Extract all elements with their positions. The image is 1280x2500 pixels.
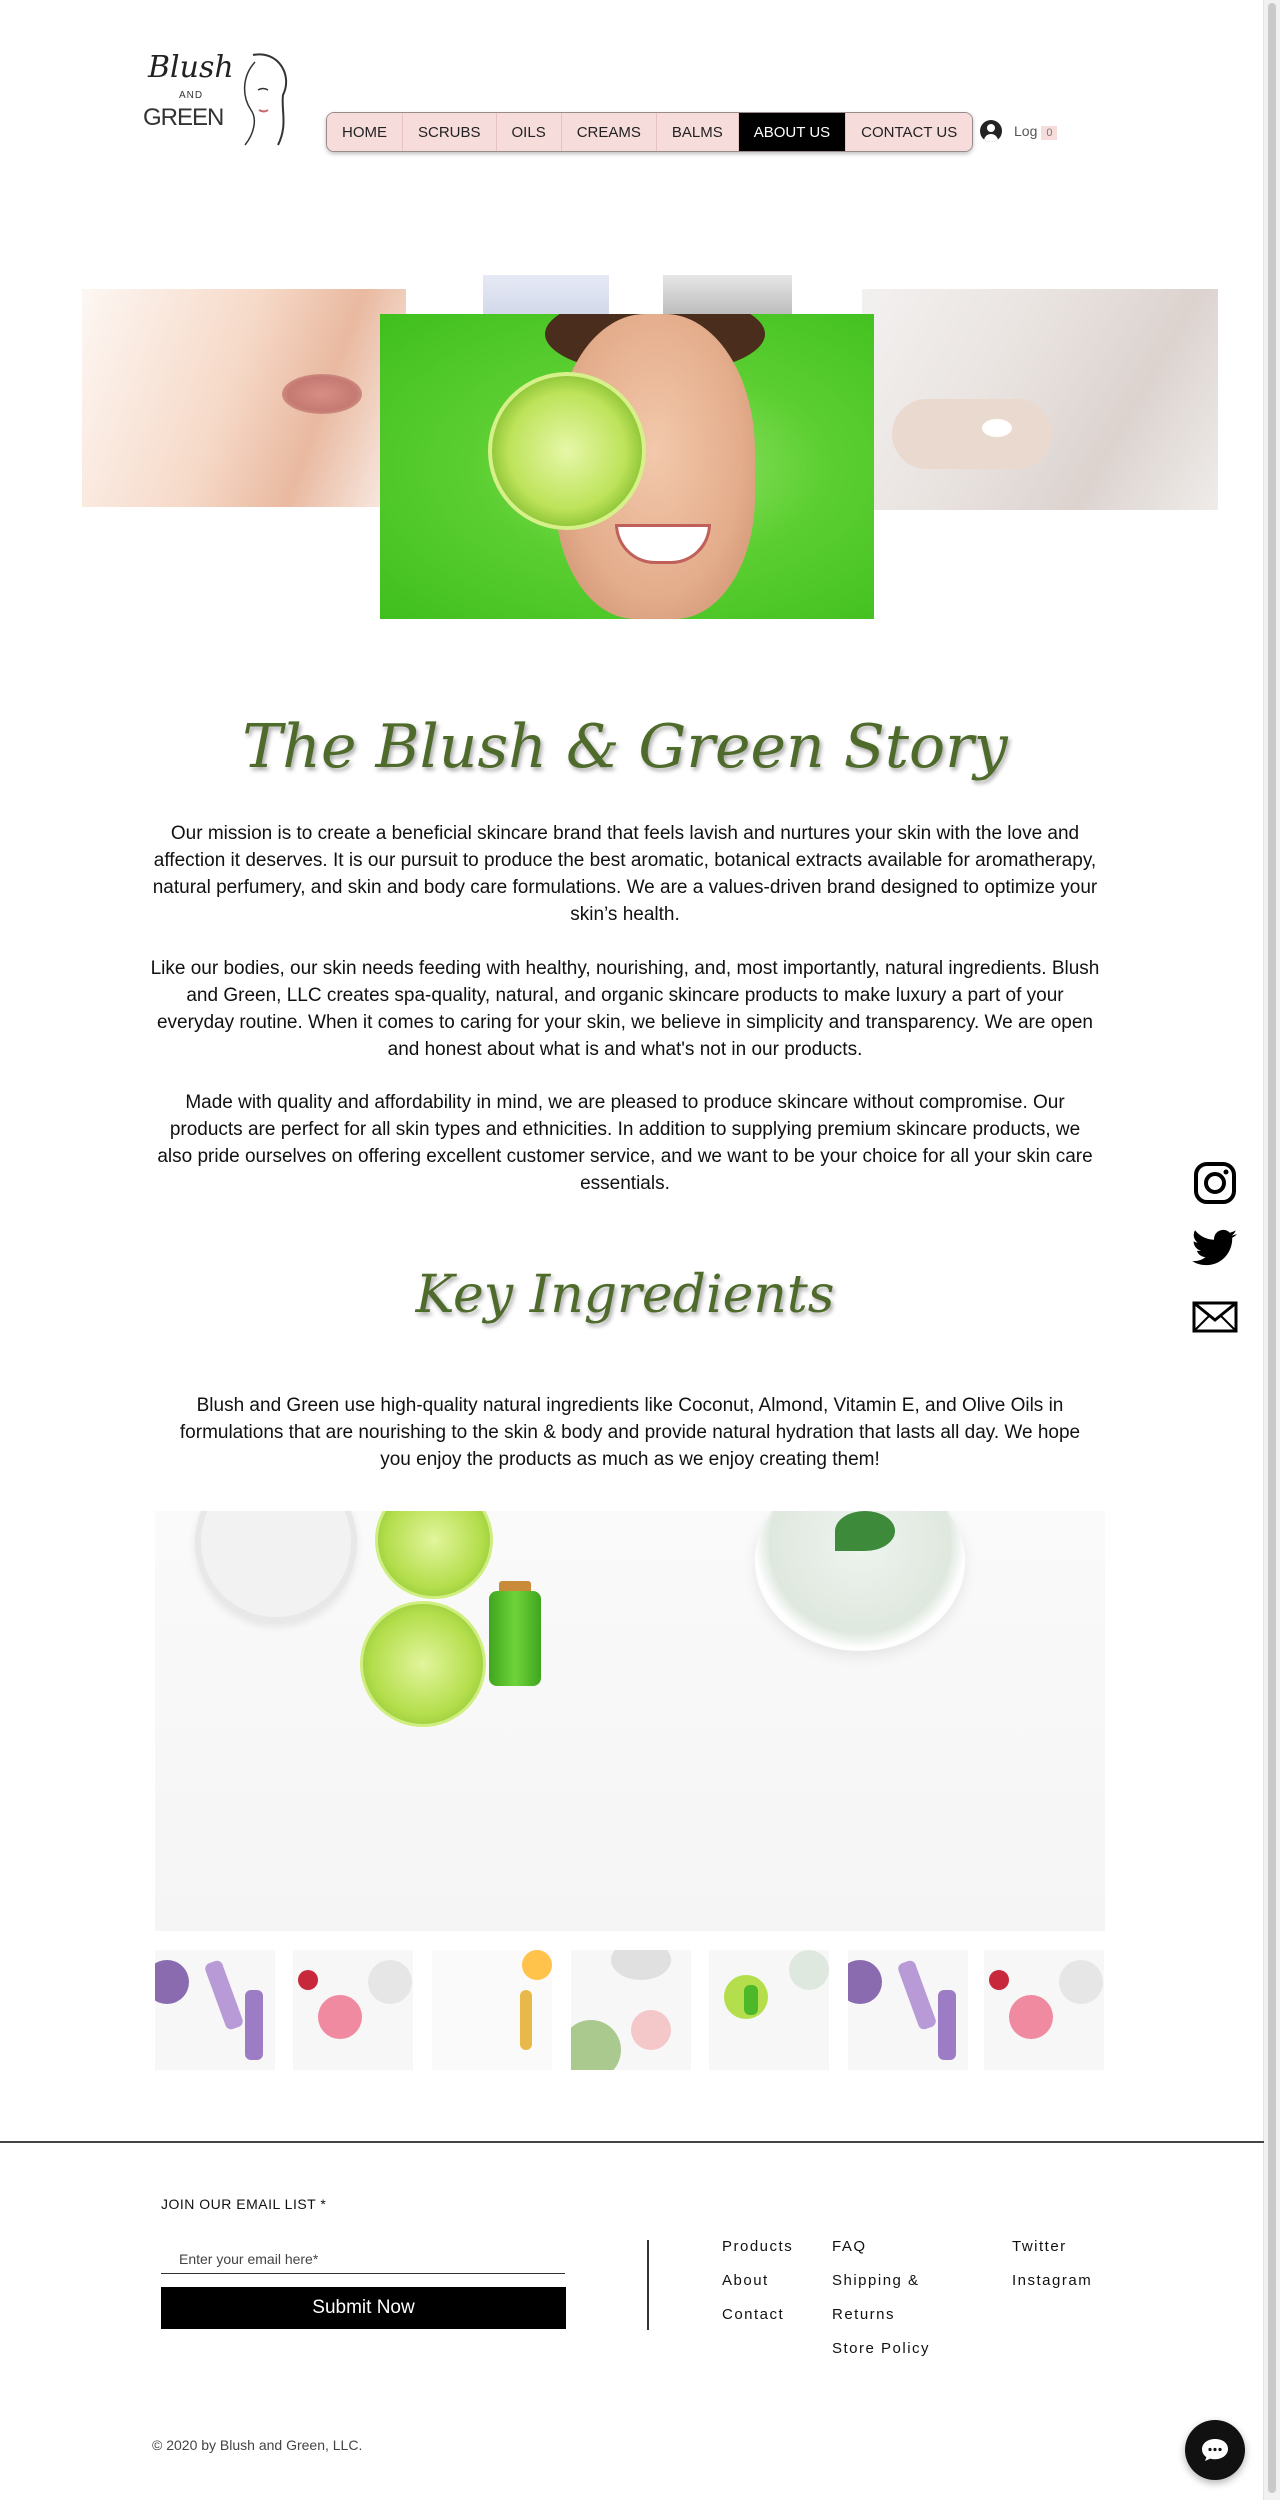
footer-link-faq[interactable]: FAQ — [832, 2238, 867, 2255]
gallery-thumbnail[interactable] — [293, 1950, 413, 2070]
gallery-thumbnail[interactable] — [984, 1950, 1104, 2070]
copyright-text: © 2020 by Blush and Green, LLC. — [152, 2437, 363, 2453]
hero-photo-lime — [380, 314, 874, 619]
page-scrollbar[interactable] — [1263, 0, 1280, 2500]
site-logo[interactable]: Blush AND GREEN — [143, 50, 291, 154]
submit-button[interactable]: Submit Now — [161, 2287, 566, 2329]
gallery-thumbnail[interactable] — [848, 1950, 968, 2070]
story-paragraph-2: Like our bodies, our skin needs feeding … — [150, 958, 1100, 1060]
hero-photo-model-1 — [483, 275, 609, 315]
user-avatar-icon[interactable] — [980, 120, 1002, 142]
chat-bubble-icon — [1202, 2439, 1228, 2461]
cart-count-badge[interactable]: 0 — [1041, 125, 1058, 140]
nav-item-home[interactable]: HOME — [327, 113, 403, 151]
nav-item-balms[interactable]: BALMS — [656, 113, 739, 151]
ingredients-gallery-main-image[interactable] — [155, 1511, 1105, 1931]
nav-item-oils[interactable]: OILS — [496, 113, 562, 151]
footer-link-twitter[interactable]: Twitter — [1012, 2238, 1067, 2255]
chat-widget-button[interactable] — [1185, 2420, 1245, 2480]
nav-item-contact-us[interactable]: CONTACT US — [846, 113, 973, 151]
login-link[interactable]: Log — [1014, 123, 1037, 139]
hero-photo-lotion — [862, 289, 1218, 510]
story-paragraph-3: Made with quality and affordability in m… — [157, 1092, 1093, 1194]
gallery-thumbnail[interactable] — [432, 1950, 552, 2070]
footer-link-returns[interactable]: Returns — [832, 2306, 895, 2323]
email-input[interactable] — [161, 2244, 565, 2274]
email-list-label: JOIN OUR EMAIL LIST * — [161, 2196, 327, 2212]
logo-face-drawing-icon — [243, 53, 288, 146]
nav-item-creams[interactable]: CREAMS — [561, 113, 657, 151]
ingredients-text: Blush and Green use high-quality natural… — [179, 1395, 1081, 1470]
login-area[interactable]: Log 0 — [980, 119, 1058, 143]
scroll-thumb[interactable] — [1268, 3, 1276, 2493]
footer-link-instagram[interactable]: Instagram — [1012, 2272, 1092, 2289]
logo-and-text: AND — [179, 90, 204, 101]
logo-green-text: GREEN — [143, 104, 224, 131]
footer-link-store-policy[interactable]: Store Policy — [832, 2340, 930, 2357]
gallery-thumbnail[interactable] — [155, 1950, 275, 2070]
nav-item-about-us[interactable]: ABOUT US — [738, 113, 847, 151]
footer-link-about[interactable]: About — [722, 2272, 769, 2289]
gallery-thumbnail[interactable] — [571, 1950, 691, 2070]
gallery-thumbnail[interactable] — [709, 1950, 829, 2070]
main-navigation: HOME SCRUBS OILS CREAMS BALMS ABOUT US C… — [326, 112, 974, 152]
nav-item-scrubs[interactable]: SCRUBS — [403, 113, 497, 151]
footer-divider-line — [0, 2141, 1264, 2143]
logo-script-text: Blush — [148, 50, 234, 85]
footer-link-shipping[interactable]: Shipping & — [832, 2272, 920, 2289]
story-paragraph-1: Our mission is to create a beneficial sk… — [152, 823, 1098, 925]
story-title: The Blush & Green Story — [242, 712, 1008, 782]
footer-link-products[interactable]: Products — [722, 2238, 793, 2255]
footer-link-contact[interactable]: Contact — [722, 2306, 784, 2323]
footer-vertical-divider — [647, 2240, 649, 2330]
ingredients-title: Key Ingredients — [415, 1265, 835, 1325]
instagram-icon[interactable] — [1190, 1158, 1240, 1208]
hero-photo-model-2 — [663, 275, 792, 315]
hero-photo-lips — [82, 289, 406, 507]
